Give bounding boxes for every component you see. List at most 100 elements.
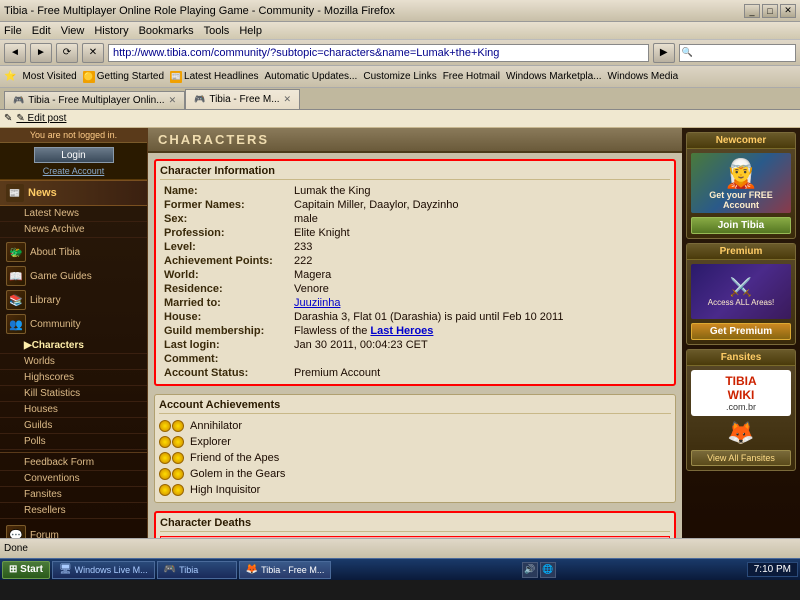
search-input[interactable] (693, 45, 793, 61)
get-premium-button[interactable]: Get Premium (691, 323, 791, 340)
sidebar-item-community[interactable]: 👥 Community (0, 312, 147, 336)
sidebar-item-kill-statistics[interactable]: Kill Statistics (0, 386, 147, 402)
taskbar-item-2[interactable]: 🎮 Tibia (157, 561, 237, 579)
tab-1[interactable]: 🎮 Tibia - Free Multiplayer Onlin... ✕ (4, 91, 185, 109)
taskbar: ⊞ Start 🖥 Windows Live M... 🎮 Tibia 🦊 Ti… (0, 558, 800, 580)
sidebar-item-latest-news[interactable]: Latest News (0, 206, 147, 222)
sidebar-item-guilds[interactable]: Guilds (0, 418, 147, 434)
sidebar-item-feedback[interactable]: Feedback Form (0, 455, 147, 471)
sidebar-item-about-tibia[interactable]: 🐲 About Tibia (0, 240, 147, 264)
start-button[interactable]: ⊞ Start (2, 561, 50, 579)
menu-edit[interactable]: Edit (32, 25, 51, 37)
browser-title-bar: Tibia - Free Multiplayer Online Role Pla… (0, 0, 800, 22)
field-label: Guild membership: (160, 324, 290, 338)
stop-button[interactable]: ✕ (82, 43, 104, 63)
left-sidebar: You are not logged in. Login Create Acco… (0, 128, 148, 580)
edit-post-label[interactable]: ✎ Edit post (16, 113, 66, 124)
achievement-explorer: Explorer (159, 434, 671, 450)
bookmark-most-visited[interactable]: Most Visited (22, 71, 76, 82)
bookmark-customize-links[interactable]: Customize Links (363, 71, 436, 82)
newcomer-ad: Newcomer 🧝 Get your FREE Account Join Ti… (686, 132, 796, 239)
sidebar-item-highscores[interactable]: Highscores (0, 370, 147, 386)
achievement-name-inquisitor: High Inquisitor (190, 484, 260, 496)
tab-1-favicon: 🎮 (13, 95, 24, 106)
taskbar-item-1[interactable]: 🖥 Windows Live M... (52, 561, 155, 579)
sidebar-item-conventions[interactable]: Conventions (0, 471, 147, 487)
bookmark-getting-started[interactable]: 🟡Getting Started (83, 71, 164, 83)
taskbar-item-3-icon: 🦊 (246, 564, 258, 575)
menu-tools[interactable]: Tools (204, 25, 230, 37)
minimize-button[interactable]: _ (744, 4, 760, 18)
menu-history[interactable]: History (94, 25, 128, 37)
go-button[interactable]: ▶ (653, 43, 675, 63)
sidebar-item-houses[interactable]: Houses (0, 402, 147, 418)
tab-1-close[interactable]: ✕ (169, 95, 177, 106)
bookmark-windows-media[interactable]: Windows Media (608, 71, 679, 82)
sidebar-item-game-guides[interactable]: 📖 Game Guides (0, 264, 147, 288)
premium-ad: Premium ⚔️ Access ALL Areas! Get Premium (686, 243, 796, 345)
field-value: Jan 30 2011, 00:04:23 CET (290, 338, 670, 352)
menu-file[interactable]: File (4, 25, 22, 37)
star (172, 436, 184, 448)
close-button[interactable]: ✕ (780, 4, 796, 18)
field-label: Last login: (160, 338, 290, 352)
sidebar-item-library[interactable]: 📚 Library (0, 288, 147, 312)
stars-inquisitor (159, 484, 184, 496)
tab-2-close[interactable]: ✕ (284, 94, 292, 105)
sidebar-item-characters[interactable]: ▶Characters (0, 338, 147, 354)
bookmark-windows-marketplace[interactable]: Windows Marketpla... (506, 71, 602, 82)
menu-view[interactable]: View (61, 25, 85, 37)
field-value: Premium Account (290, 366, 670, 380)
field-value: 233 (290, 240, 670, 254)
star (159, 436, 171, 448)
table-row: Comment: (160, 352, 670, 366)
sidebar-item-fansites[interactable]: Fansites (0, 487, 147, 503)
library-label: Library (30, 295, 61, 306)
taskbar-item-3-label: Tibia - Free M... (261, 565, 324, 575)
back-button[interactable]: ◄ (4, 43, 26, 63)
star (159, 468, 171, 480)
fansite-decoration: 🦊 (691, 420, 791, 446)
achievement-annihilator: Annihilator (159, 418, 671, 434)
view-all-fansites-button[interactable]: View All Fansites (691, 450, 791, 466)
married-to-link[interactable]: Juuziinha (294, 297, 340, 309)
bookmark-free-hotmail[interactable]: Free Hotmail (443, 71, 500, 82)
community-icon: 👥 (6, 314, 26, 334)
table-row: Residence: Venore (160, 282, 670, 296)
edit-post-icon: ✎ (4, 113, 12, 124)
join-tibia-button[interactable]: Join Tibia (691, 217, 791, 234)
field-value: Capitain Miller, Daaylor, Dayzinho (290, 198, 670, 212)
sidebar-item-news-archive[interactable]: News Archive (0, 222, 147, 238)
status-bar: Done (0, 538, 800, 558)
achievement-name-friend: Friend of the Apes (190, 452, 279, 464)
bookmark-automatic-updates[interactable]: Automatic Updates... (265, 71, 358, 82)
reload-button[interactable]: ⟳ (56, 43, 78, 63)
achievement-golem: Golem in the Gears (159, 466, 671, 482)
char-info-title: Character Information (160, 165, 670, 180)
field-value: male (290, 212, 670, 226)
newcomer-image: 🧝 Get your FREE Account (691, 153, 791, 213)
login-button[interactable]: Login (34, 147, 114, 163)
menu-bookmarks[interactable]: Bookmarks (139, 25, 194, 37)
address-bar[interactable] (108, 44, 649, 62)
content-area: Character Information Name: Lumak the Ki… (148, 153, 682, 580)
taskbar-item-3[interactable]: 🦊 Tibia - Free M... (239, 561, 332, 579)
taskbar-item-1-label: Windows Live M... (75, 565, 148, 575)
about-label: About Tibia (30, 247, 80, 258)
guild-link[interactable]: Last Heroes (370, 325, 433, 337)
sidebar-item-resellers[interactable]: Resellers (0, 503, 147, 519)
premium-title: Premium (687, 244, 795, 260)
table-row: Former Names: Capitain Miller, Daaylor, … (160, 198, 670, 212)
create-account-link[interactable]: Create Account (4, 165, 143, 177)
menu-help[interactable]: Help (239, 25, 262, 37)
forward-button[interactable]: ► (30, 43, 52, 63)
sidebar-item-worlds[interactable]: Worlds (0, 354, 147, 370)
maximize-button[interactable]: □ (762, 4, 778, 18)
stars-golem (159, 468, 184, 480)
tab-1-label: Tibia - Free Multiplayer Onlin... (28, 95, 164, 106)
bookmark-latest-headlines[interactable]: 📰Latest Headlines (170, 71, 259, 83)
tab-2-favicon: 🎮 (194, 94, 205, 105)
tab-2[interactable]: 🎮 Tibia - Free M... ✕ (185, 89, 300, 109)
star (159, 452, 171, 464)
sidebar-item-polls[interactable]: Polls (0, 434, 147, 450)
